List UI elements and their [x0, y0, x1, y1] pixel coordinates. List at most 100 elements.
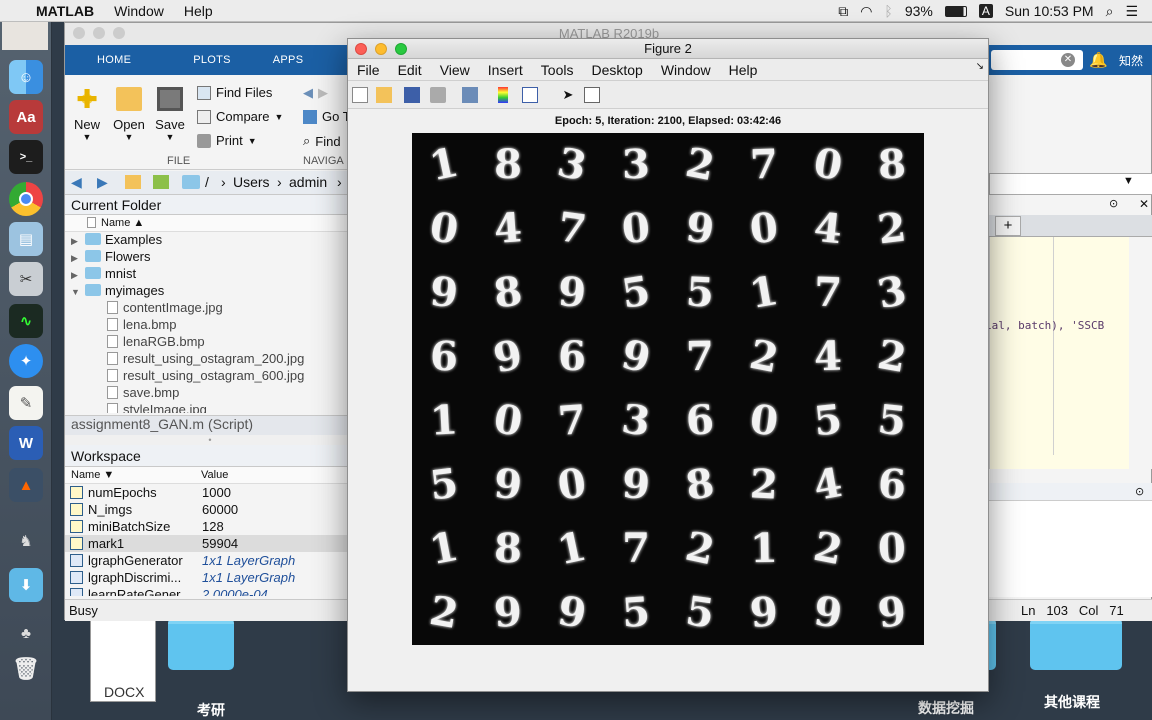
file-item[interactable]: result_using_ostagram_600.jpg: [65, 367, 355, 384]
open-button[interactable]: Open ▼: [113, 87, 145, 142]
tab-home[interactable]: HOME: [65, 54, 164, 66]
editor-close-icon[interactable]: ✕: [1139, 197, 1149, 211]
preview-icon[interactable]: ▤: [9, 222, 43, 256]
property-inspector-icon[interactable]: [584, 87, 600, 103]
minimize-dot-icon[interactable]: [93, 27, 105, 39]
figure-menu-help[interactable]: Help: [720, 62, 767, 78]
activity-monitor-icon[interactable]: ∿: [9, 304, 43, 338]
workspace-col-name[interactable]: Name ▼: [71, 467, 114, 484]
insert-legend-icon[interactable]: [522, 87, 538, 103]
up-folder-icon[interactable]: [125, 175, 141, 189]
figure-menu-window[interactable]: Window: [652, 62, 720, 78]
insert-colorbar-icon[interactable]: [498, 87, 508, 103]
goto-button[interactable]: Go T: [303, 109, 351, 124]
spotlight-search-icon[interactable]: ⌕: [1106, 3, 1114, 20]
workspace-row[interactable]: N_imgs 60000: [65, 501, 355, 518]
wifi-icon[interactable]: ◠: [860, 3, 872, 20]
path-root[interactable]: /: [205, 174, 209, 190]
folder-item[interactable]: ▶ Flowers: [65, 248, 355, 265]
workspace-row[interactable]: lgraphGenerator 1x1 LayerGraph: [65, 552, 355, 569]
figure-menu-view[interactable]: View: [431, 62, 479, 78]
figure-menu-file[interactable]: File: [348, 62, 389, 78]
file-item[interactable]: lenaRGB.bmp: [65, 333, 355, 350]
open-file-icon[interactable]: [376, 87, 392, 103]
browse-folder-icon[interactable]: [153, 175, 169, 189]
textedit-icon[interactable]: ✎: [9, 386, 43, 420]
matlab-icon[interactable]: ▲: [9, 468, 43, 502]
print-figure-icon[interactable]: [430, 87, 446, 103]
menubar-clock[interactable]: Sun 10:53 PM: [1005, 3, 1094, 19]
current-folder-column-header[interactable]: Name ▲: [65, 215, 355, 232]
file-item[interactable]: styleImage.jpg: [65, 401, 355, 413]
command-window[interactable]: [989, 501, 1152, 597]
battery-icon[interactable]: [944, 5, 967, 17]
find-button[interactable]: ⌕ Find: [303, 133, 341, 149]
back-arrow-icon[interactable]: ◀: [71, 174, 82, 191]
panel-splitter[interactable]: •: [65, 435, 355, 445]
terminal-icon[interactable]: >_: [9, 140, 43, 174]
workspace-row[interactable]: miniBatchSize 128: [65, 518, 355, 535]
workspace-column-header[interactable]: Name ▼ Value: [65, 467, 355, 484]
editor-scrollbar[interactable]: [1129, 237, 1152, 469]
menu-window[interactable]: Window: [104, 3, 174, 19]
editor-dropdown-icon[interactable]: ▼: [1123, 175, 1134, 187]
figure-menu-desktop[interactable]: Desktop: [582, 62, 651, 78]
automator-icon[interactable]: ♞: [9, 524, 43, 558]
link-plot-icon[interactable]: [462, 87, 478, 103]
save-button[interactable]: Save ▼: [155, 87, 185, 142]
file-item[interactable]: contentImage.jpg: [65, 299, 355, 316]
desktop-folder[interactable]: [1030, 618, 1122, 670]
trash-icon[interactable]: 🗑: [9, 652, 43, 686]
workspace-row[interactable]: numEpochs 1000: [65, 484, 355, 501]
save-figure-icon[interactable]: [404, 87, 420, 103]
file-item[interactable]: save.bmp: [65, 384, 355, 401]
new-editor-tab-button[interactable]: +: [995, 216, 1021, 236]
close-button[interactable]: [355, 43, 367, 55]
minimize-button[interactable]: [375, 43, 387, 55]
find-files-button[interactable]: Find Files: [197, 85, 272, 100]
editor-code-area[interactable]: [989, 237, 1129, 469]
folder-item[interactable]: ▼ myimages: [65, 282, 355, 299]
frog-app-icon[interactable]: ♣: [9, 616, 43, 650]
close-dot-icon[interactable]: [73, 27, 85, 39]
new-button[interactable]: ✚ New ▼: [73, 86, 101, 142]
workspace-col-value[interactable]: Value: [201, 467, 228, 484]
downloads-folder-icon[interactable]: ⬇: [9, 568, 43, 602]
nav-back-forward[interactable]: ◀ ▶: [303, 85, 328, 101]
new-figure-icon[interactable]: [352, 87, 368, 103]
path-users[interactable]: Users: [233, 174, 270, 190]
screen-share-icon[interactable]: ⧉: [838, 3, 848, 20]
compare-button[interactable]: Compare ▼: [197, 109, 283, 124]
file-item[interactable]: result_using_ostagram_200.jpg: [65, 350, 355, 367]
tab-apps[interactable]: APPS: [261, 54, 316, 66]
folder-item[interactable]: ▶ Examples: [65, 231, 355, 248]
edit-plot-pointer-icon[interactable]: ➤: [560, 87, 576, 103]
print-button[interactable]: Print ▼: [197, 133, 257, 148]
zoom-dot-icon[interactable]: [113, 27, 125, 39]
editor-panel-menu-icon[interactable]: ⊙: [1109, 197, 1118, 210]
figure-menu-edit[interactable]: Edit: [389, 62, 431, 78]
notification-center-icon[interactable]: ☰: [1125, 3, 1138, 20]
tab-plots[interactable]: PLOTS: [163, 54, 261, 66]
workspace-row[interactable]: mark1 59904: [65, 535, 355, 552]
chrome-icon[interactable]: [9, 182, 43, 216]
app-menu-matlab[interactable]: MATLAB: [26, 3, 104, 19]
path-admin[interactable]: admin: [289, 174, 327, 190]
dock-figure-icon[interactable]: ↘: [976, 61, 984, 72]
zoom-button[interactable]: [395, 43, 407, 55]
safari-icon[interactable]: ✦: [9, 344, 43, 378]
account-name[interactable]: 知然: [1119, 52, 1143, 69]
menu-help[interactable]: Help: [174, 3, 223, 19]
forward-arrow-icon[interactable]: ▶: [97, 174, 108, 191]
workspace-row[interactable]: lgraphDiscrimi... 1x1 LayerGraph: [65, 569, 355, 586]
bluetooth-icon[interactable]: ᛒ: [884, 3, 892, 19]
figure-menu-insert[interactable]: Insert: [479, 62, 532, 78]
clear-search-icon[interactable]: ✕: [1061, 53, 1075, 67]
file-item[interactable]: lena.bmp: [65, 316, 355, 333]
desktop-folder[interactable]: [168, 618, 234, 670]
folder-item[interactable]: ▶ mnist: [65, 265, 355, 282]
finder-icon[interactable]: ☺: [9, 60, 43, 94]
notification-bell-icon[interactable]: 🔔: [1089, 51, 1108, 69]
figure-menu-tools[interactable]: Tools: [532, 62, 583, 78]
word-icon[interactable]: W: [9, 426, 43, 460]
